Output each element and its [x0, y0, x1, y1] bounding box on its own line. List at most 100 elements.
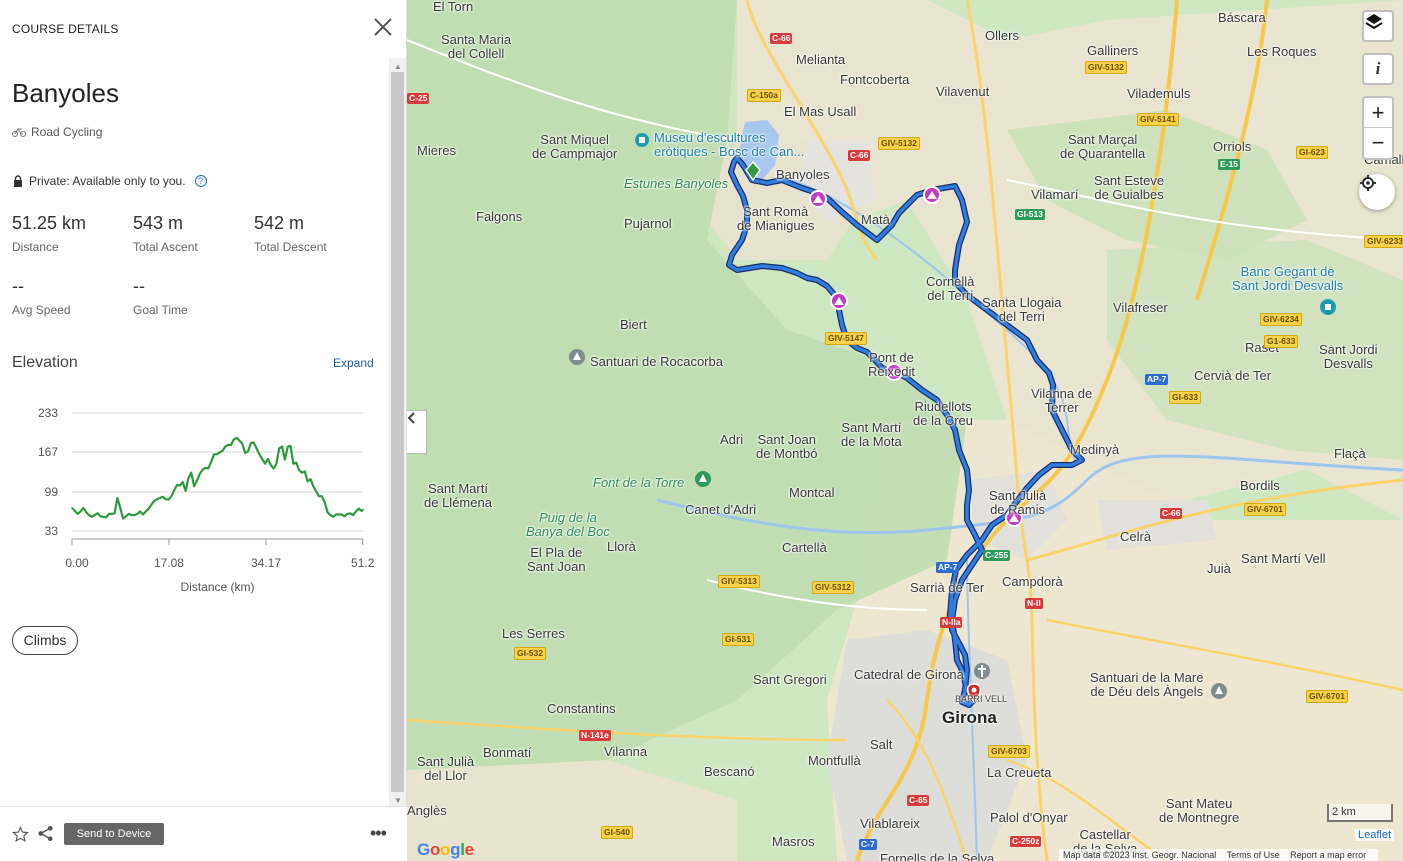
elevation-point [79, 510, 82, 513]
help-icon[interactable]: ? [194, 175, 207, 187]
map-label: Bordils [1240, 478, 1280, 493]
elevation-point [304, 470, 306, 473]
elevation-point [113, 512, 116, 515]
map-label: Sant Martí Vell [1241, 551, 1326, 566]
send-to-device-button[interactable]: Send to Device [64, 823, 164, 845]
elevation-point [230, 444, 232, 446]
scroll-down-icon[interactable]: ▼ [392, 796, 404, 806]
elevation-point [301, 471, 303, 474]
elevation-point [216, 453, 218, 456]
collapse-panel-button[interactable] [407, 410, 427, 454]
map-label: Sant Romà de Mianigues [737, 204, 815, 233]
map-label: Constantins [547, 701, 616, 716]
map-label: Sant Mateu de Montnegre [1159, 796, 1240, 825]
elevation-point [252, 441, 255, 444]
elevation-point [349, 512, 352, 515]
zoom-in-button[interactable]: + [1364, 98, 1392, 128]
elevation-point [221, 450, 224, 452]
map-label: Montcal [789, 485, 835, 500]
terms-link[interactable]: Terms of Use [1227, 850, 1280, 860]
elevation-point [362, 509, 364, 511]
google-logo: Google [417, 840, 474, 859]
elevation-point [235, 437, 238, 439]
elevation-point [105, 516, 107, 519]
road-badge: GI-531 [722, 633, 754, 646]
y-tick-label: 33 [45, 524, 59, 538]
road-badge: GIV-6233 [1364, 235, 1403, 248]
map-label: Vilablareix [860, 816, 920, 831]
report-error-link[interactable]: Report a map error [1290, 850, 1366, 860]
map-label: Santuari de Rocacorba [590, 354, 723, 369]
map-view[interactable]: El Torn Santa Maria del Collell Melianta… [407, 0, 1403, 861]
expand-link[interactable]: Expand [333, 356, 374, 370]
favorite-button[interactable] [12, 826, 29, 848]
elevation-point [82, 507, 85, 509]
map-label: Salt [870, 737, 893, 752]
close-icon [374, 18, 392, 36]
elevation-chart: 233 167 99 33 0.00 17.08 34.17 51.2 Distance (km… [38, 406, 375, 594]
elevation-point [326, 511, 329, 513]
leaflet-link[interactable]: Leaflet [1355, 829, 1395, 841]
elevation-point [355, 510, 357, 513]
elevation-point [241, 442, 244, 445]
map-label: La Creueta [987, 765, 1052, 780]
close-button[interactable] [372, 16, 394, 38]
map-label: Banyoles [776, 167, 830, 182]
road-badge: GIV-5312 [812, 581, 854, 594]
scroll-up-icon[interactable]: ▲ [392, 62, 404, 72]
elevation-point [99, 515, 102, 518]
elevation-point [332, 516, 335, 518]
stat-value: -- [12, 276, 24, 296]
elevation-point [153, 500, 156, 502]
road-badge: GIV-5132 [878, 137, 920, 150]
map-label: Vilanna [604, 744, 648, 759]
map-label: Les Roques [1247, 44, 1317, 59]
scrollbar-thumb[interactable] [391, 72, 404, 792]
layers-button[interactable] [1362, 10, 1394, 42]
share-button[interactable] [37, 825, 54, 847]
map-data-text: Map data ©2023 Inst. Geogr. Nacional [1063, 850, 1217, 860]
road-badge: N-141e [579, 730, 611, 741]
map-label: Santuari de la Mare de Déu dels Àngels [1090, 670, 1204, 699]
road-badge: C-150a [747, 89, 781, 102]
map-label: Galliners [1087, 43, 1139, 58]
map-label: Estunes Banyoles [624, 176, 729, 191]
stat-label: Goal Time [133, 303, 188, 317]
elevation-point [258, 453, 261, 456]
elevation-point [128, 513, 130, 515]
elevation-point [201, 468, 204, 471]
more-options-button[interactable]: ••• [370, 823, 387, 844]
locate-button[interactable] [1359, 174, 1395, 210]
road-badge: GIV-6701 [1244, 503, 1286, 516]
elevation-point [71, 507, 73, 509]
road-badge: AP-7 [936, 562, 960, 573]
privacy-label: Private: Available only to you. [29, 174, 186, 188]
stat-distance: 51.25 km Distance [12, 213, 86, 254]
elevation-point [196, 480, 198, 482]
climb-marker[interactable] [830, 292, 848, 310]
elevation-point [281, 445, 283, 448]
privacy-status: Private: Available only to you. ? [12, 174, 207, 188]
activity-label: Road Cycling [31, 125, 103, 139]
zoom-out-button[interactable]: − [1364, 128, 1392, 158]
elevation-point [76, 513, 79, 515]
elevation-point [312, 485, 315, 487]
share-icon [38, 825, 53, 842]
elevation-point [164, 498, 167, 500]
elevation-point [93, 514, 96, 516]
map-label: Pujarnol [624, 216, 672, 231]
elevation-point [213, 453, 215, 456]
y-tick-label: 233 [38, 406, 58, 420]
elevation-point [295, 461, 298, 464]
elevation-point [133, 514, 136, 516]
map-label: Llorà [607, 539, 636, 554]
road-badge: E-15 [1218, 159, 1240, 170]
lock-icon [14, 175, 22, 187]
map-label: Cornellà del Terri [926, 274, 975, 303]
climbs-button[interactable]: Climbs [12, 626, 78, 655]
info-button[interactable]: i [1362, 53, 1394, 85]
climb-marker[interactable] [923, 186, 941, 204]
map-label: Mieres [417, 143, 457, 158]
chevron-left-icon [407, 412, 415, 424]
layers-icon [1365, 14, 1383, 30]
